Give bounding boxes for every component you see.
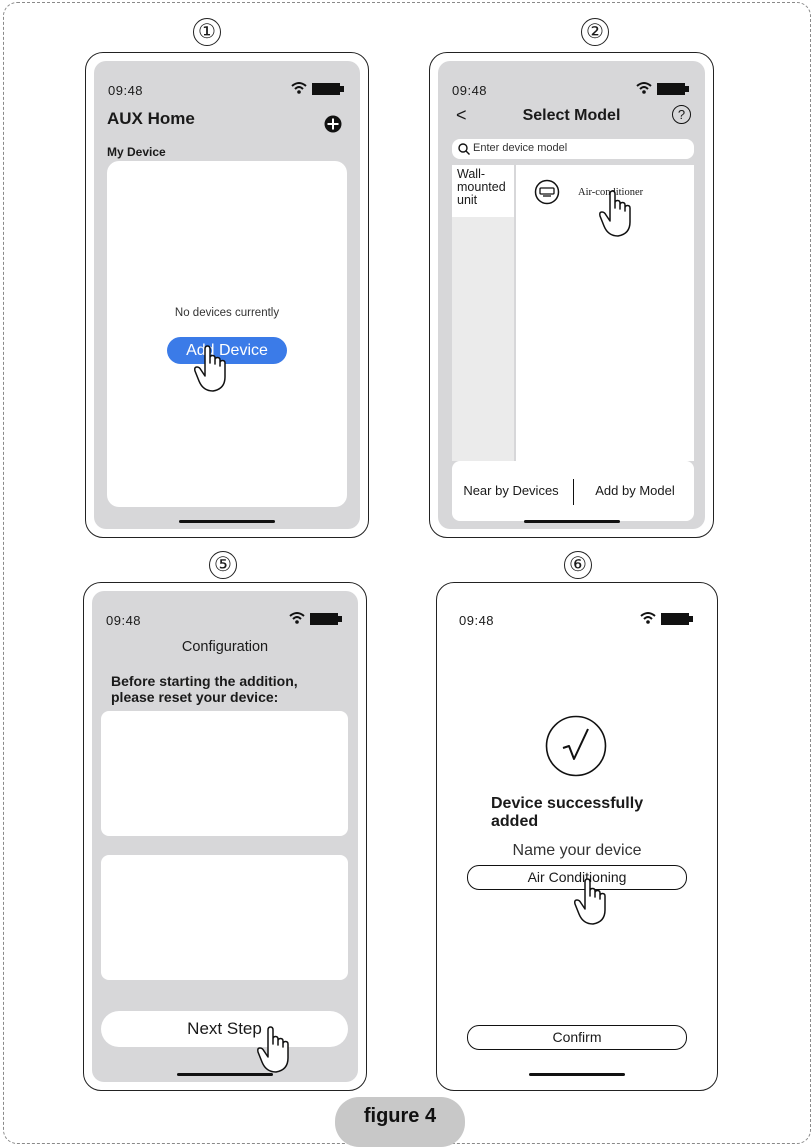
empty-state-text: No devices currently bbox=[174, 307, 280, 319]
status-icons bbox=[291, 82, 344, 95]
bottom-tab-bar: Near by Devices Add by Model bbox=[452, 461, 694, 521]
wifi-icon bbox=[640, 612, 656, 624]
home-indicator bbox=[179, 520, 275, 523]
checkmark-icon bbox=[545, 715, 607, 777]
device-list-panel: No devices currently Add Device bbox=[107, 161, 347, 507]
aircon-icon bbox=[534, 179, 560, 205]
plus-circle-icon[interactable] bbox=[324, 115, 342, 133]
status-icons bbox=[640, 612, 693, 625]
category-label: Wall- mounted unit bbox=[457, 167, 506, 207]
instruction-image-1 bbox=[101, 711, 348, 836]
status-time: 09:48 bbox=[108, 83, 144, 98]
section-title: My Device bbox=[107, 145, 166, 159]
search-icon bbox=[458, 143, 470, 155]
tap-hand-icon bbox=[194, 345, 226, 392]
home-indicator bbox=[529, 1073, 625, 1076]
confirm-button[interactable]: Confirm bbox=[467, 1025, 687, 1050]
wifi-icon bbox=[289, 612, 305, 624]
name-label: Name your device bbox=[512, 842, 642, 859]
status-time: 09:48 bbox=[452, 83, 488, 98]
tab-divider bbox=[573, 479, 575, 505]
home-indicator bbox=[523, 520, 620, 523]
battery-icon bbox=[657, 83, 689, 95]
tap-hand-icon bbox=[257, 1026, 289, 1073]
screen-1: 09:48 AUX Home My Device No devices curr… bbox=[94, 61, 360, 529]
screen-2: 09:48 < Select Model ? Enter device mode… bbox=[438, 61, 705, 529]
status-icons bbox=[289, 612, 342, 625]
status-time: 09:48 bbox=[459, 613, 495, 628]
help-icon[interactable]: ? bbox=[672, 105, 691, 124]
page-title: Select Model bbox=[522, 107, 621, 124]
status-icons bbox=[636, 82, 689, 95]
tap-hand-icon bbox=[574, 878, 606, 925]
page-title: Configuration bbox=[181, 639, 269, 655]
app-title: AUX Home bbox=[107, 109, 195, 128]
tap-hand-icon bbox=[599, 190, 631, 237]
next-step-button[interactable]: Next Step bbox=[101, 1011, 348, 1047]
instruction-text: Before starting the addition, please res… bbox=[111, 673, 298, 705]
battery-icon bbox=[310, 613, 342, 625]
screen-5: 09:48 Configuration Before starting the … bbox=[92, 591, 358, 1082]
battery-icon bbox=[312, 83, 344, 95]
battery-icon bbox=[661, 613, 693, 625]
phone-2: 09:48 < Select Model ? Enter device mode… bbox=[429, 52, 714, 538]
wifi-icon bbox=[291, 82, 307, 94]
status-time: 09:48 bbox=[106, 613, 142, 628]
success-message: Device successfully added bbox=[491, 795, 644, 830]
wifi-icon bbox=[636, 82, 652, 94]
step-1-marker: ① bbox=[193, 18, 221, 46]
tab-nearby-devices[interactable]: Near by Devices bbox=[452, 483, 570, 498]
tab-add-by-model[interactable]: Add by Model bbox=[576, 483, 694, 498]
search-placeholder: Enter device model bbox=[473, 142, 568, 154]
step-6-marker: ⑥ bbox=[564, 551, 592, 579]
instruction-image-2 bbox=[101, 855, 348, 980]
phone-6: 09:48 Device successfully added Name you… bbox=[436, 582, 718, 1091]
step-5-marker: ⑤ bbox=[209, 551, 237, 579]
screen-6: 09:48 Device successfully added Name you… bbox=[445, 591, 709, 1082]
category-sidebar: Wall- mounted unit bbox=[452, 165, 514, 461]
search-input[interactable]: Enter device model bbox=[452, 139, 694, 159]
figure-label: figure 4 bbox=[335, 1097, 465, 1147]
phone-1: 09:48 AUX Home My Device No devices curr… bbox=[85, 52, 369, 538]
step-2-marker: ② bbox=[581, 18, 609, 46]
phone-5: 09:48 Configuration Before starting the … bbox=[83, 582, 367, 1091]
category-item-active[interactable]: Wall- mounted unit bbox=[452, 165, 514, 217]
